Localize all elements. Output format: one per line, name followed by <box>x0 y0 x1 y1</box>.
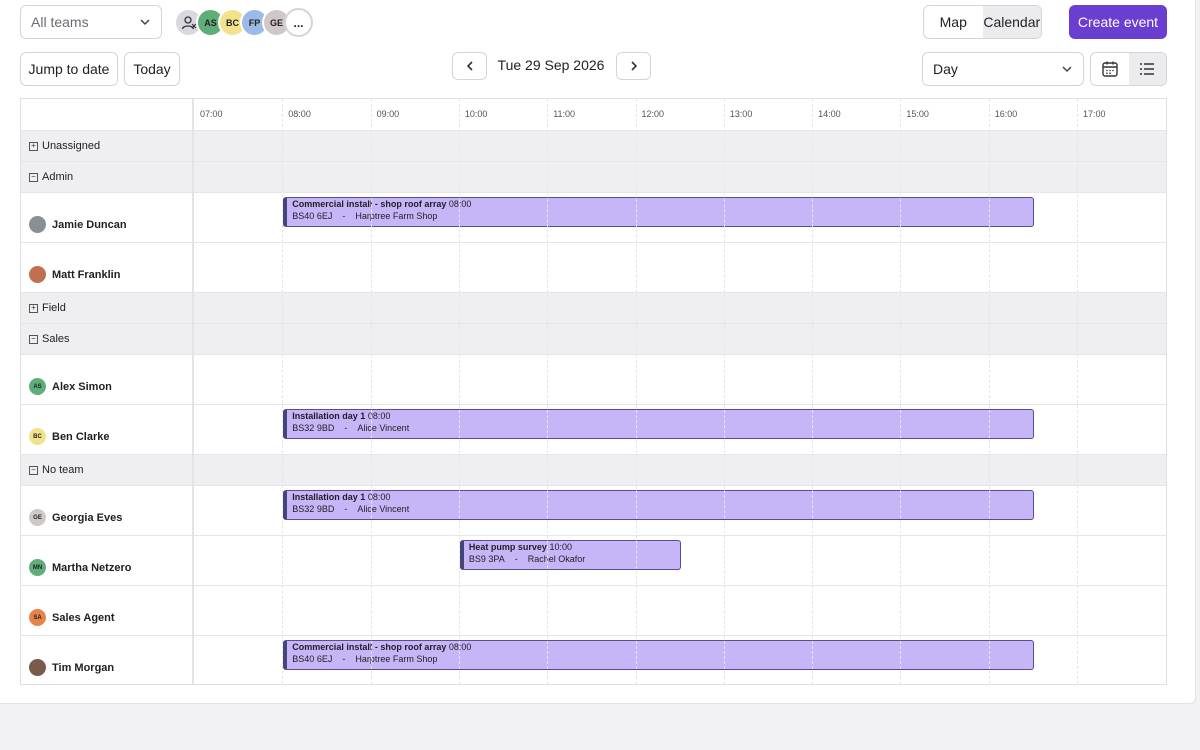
hour-gridline <box>370 99 372 684</box>
calendar-event[interactable]: Installation day 1 08:00 BS32 9BD - Alice V… <box>283 490 1034 520</box>
calendar-view-tab[interactable]: Calendar <box>982 6 1041 38</box>
event-postcode: BS32 9BD <box>292 423 335 433</box>
event-postcode: BS40 6EJ <box>292 211 333 221</box>
event-title: Heat pump survey <box>468 542 547 552</box>
event-contact: Alice Vincent <box>357 504 410 514</box>
hour-label: 16:00 <box>994 109 1018 119</box>
event-time: 08:00 <box>448 642 472 652</box>
event-postcode: BS40 6EJ <box>292 654 333 664</box>
event-title: Commercial install - shop roof array <box>292 642 447 652</box>
next-day-button[interactable] <box>616 52 651 80</box>
list-layout-button[interactable] <box>1128 53 1166 85</box>
user-assign-icon <box>181 15 196 29</box>
calendar-layout-button[interactable] <box>1091 53 1129 85</box>
hour-label: 12:00 <box>641 109 665 119</box>
event-title: Installation day 1 <box>292 492 366 502</box>
calendar-app: All teams AS BC FP GE... Map Calendar Creat… <box>0 0 1196 704</box>
hour-gridline <box>458 99 460 684</box>
resource-column <box>21 99 194 684</box>
hour-label: 08:00 <box>288 109 311 119</box>
view-switcher: Map Calendar <box>923 5 1042 39</box>
chevron-down-icon <box>140 19 150 26</box>
event-separator: - <box>344 423 348 433</box>
team-avatar-stack: AS BC FP GE... <box>174 8 313 38</box>
calendar-event[interactable]: Commercial install - shop roof array 08:… <box>283 640 1034 670</box>
calendar-event[interactable]: Installation day 1 08:00 BS32 9BD - Alice V… <box>283 409 1034 439</box>
range-select[interactable]: Day <box>922 52 1084 86</box>
event-title: Installation day 1 <box>292 411 366 421</box>
event-title: Commercial install - shop roof array <box>292 199 447 209</box>
hour-gridline <box>547 99 549 684</box>
hour-label: 14:00 <box>818 109 841 119</box>
create-event-button[interactable]: Create event <box>1069 5 1167 39</box>
calendar-icon <box>1102 61 1118 77</box>
event-contact: Rachel Okafor <box>527 554 586 564</box>
more-avatars-button[interactable]: ... <box>284 8 313 37</box>
calendar-event[interactable]: Commercial install - shop roof array 08:… <box>283 197 1034 227</box>
event-separator: - <box>344 504 348 514</box>
jump-to-date-button[interactable]: Jump to date <box>20 52 118 86</box>
today-button[interactable]: Today <box>124 52 180 86</box>
event-separator: - <box>514 554 518 564</box>
team-filter-value: All teams <box>31 14 89 30</box>
hour-label: 17:00 <box>1083 109 1106 119</box>
event-contact: Harptree Farm Shop <box>355 211 438 221</box>
hour-gridline <box>282 99 284 684</box>
event-separator: - <box>342 211 346 221</box>
chevron-down-icon <box>1062 66 1072 73</box>
layout-toggle <box>1090 52 1167 86</box>
event-time: 10:00 <box>549 542 572 552</box>
hour-gridline <box>635 99 637 684</box>
hour-header: 07:00 08:00 09:00 10:00 11:00 12:00 13:00 14:00… <box>194 99 1166 130</box>
hour-gridline <box>723 99 725 684</box>
day-schedule-grid: 07:00 08:00 09:00 10:00 11:00 12:00 13:00 14:00… <box>20 98 1167 685</box>
event-time: 08:00 <box>448 199 472 209</box>
hour-gridline <box>812 99 814 684</box>
event-contact: Alice Vincent <box>357 423 410 433</box>
hour-label: 13:00 <box>729 109 753 119</box>
event-postcode: BS32 9BD <box>292 504 335 514</box>
calendar-event[interactable]: Heat pump survey 10:00 BS9 3PA - Rachel Oka… <box>459 540 681 570</box>
chevron-left-icon <box>466 61 473 71</box>
list-icon <box>1140 63 1155 75</box>
range-select-value: Day <box>933 61 958 77</box>
event-contact: Harptree Farm Shop <box>355 654 438 664</box>
hour-gridline <box>988 99 990 684</box>
map-view-tab[interactable]: Map <box>924 6 983 38</box>
event-postcode: BS9 3PA <box>468 554 505 564</box>
hour-gridline <box>900 99 902 684</box>
hour-gridline <box>1077 99 1078 684</box>
team-filter-select[interactable]: All teams <box>20 5 162 39</box>
event-separator: - <box>342 654 346 664</box>
current-date-label: Tue 29 Sep 2026 <box>497 57 605 73</box>
hour-label: 11:00 <box>553 109 576 119</box>
hour-label: 15:00 <box>906 109 929 119</box>
hour-label: 10:00 <box>464 109 488 119</box>
previous-day-button[interactable] <box>452 52 487 80</box>
hour-label: 09:00 <box>376 109 400 119</box>
hour-label: 07:00 <box>200 109 223 119</box>
chevron-right-icon <box>630 61 637 71</box>
